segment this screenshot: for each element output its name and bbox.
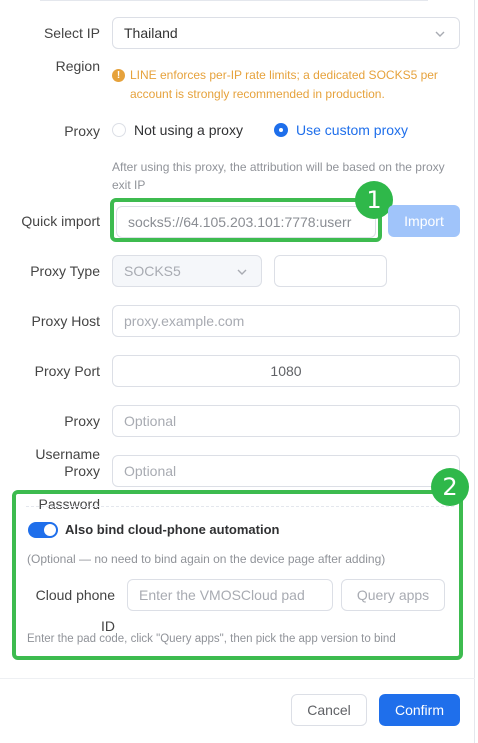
confirm-button[interactable]: Confirm — [379, 694, 460, 726]
proxy-label: Proxy — [64, 123, 100, 139]
proxy-username-label-1: Proxy — [64, 413, 100, 429]
proxy-password-placeholder: Optional — [124, 463, 177, 479]
proxy-host-label: Proxy Host — [31, 313, 100, 329]
chevron-down-icon — [435, 31, 445, 37]
radio-use-custom-proxy[interactable]: Use custom proxy — [274, 122, 408, 138]
annotation-box-1 — [110, 198, 382, 242]
proxy-host-placeholder: proxy.example.com — [124, 313, 245, 329]
radio-circle — [112, 123, 126, 137]
proxy-username-placeholder: Optional — [124, 413, 177, 429]
radio-not-using-proxy[interactable]: Not using a proxy — [112, 122, 243, 138]
proxy-hint: After using this proxy, the attribution … — [112, 160, 445, 192]
radio-circle-checked — [274, 123, 288, 137]
proxy-type-select[interactable]: SOCKS5 — [112, 255, 262, 287]
annotation-box-2 — [12, 490, 463, 660]
select-ip-dropdown[interactable]: Thailand — [112, 17, 460, 49]
select-ip-label: Select IP — [43, 25, 100, 41]
radio-label-custom: Use custom proxy — [296, 122, 409, 138]
footer-divider — [0, 678, 475, 679]
import-button[interactable]: Import — [388, 205, 460, 237]
radio-label-none: Not using a proxy — [134, 122, 243, 138]
proxy-username-input[interactable]: Optional — [112, 405, 460, 437]
proxy-port-value: 1080 — [270, 363, 302, 379]
proxy-port-label: Proxy Port — [34, 363, 100, 379]
rate-limit-warning: ! LINE enforces per-IP rate limits; a de… — [112, 66, 442, 104]
quick-import-label: Quick import — [21, 213, 100, 229]
annotation-badge-2: 2 — [431, 468, 469, 506]
proxy-type-extra-input[interactable] — [274, 255, 387, 287]
warning-icon: ! — [112, 69, 125, 82]
warning-text: LINE enforces per-IP rate limits; a dedi… — [130, 68, 438, 101]
cancel-button[interactable]: Cancel — [291, 694, 367, 726]
proxy-settings-dialog: Select IP Thailand Region ! LINE enforce… — [0, 0, 475, 743]
proxy-port-input[interactable]: 1080 — [112, 355, 460, 387]
top-divider — [40, 0, 428, 1]
region-label: Region — [55, 58, 100, 74]
proxy-username-label-2: Username — [35, 446, 100, 462]
chevron-down-icon — [237, 269, 247, 275]
proxy-type-value: SOCKS5 — [124, 263, 181, 279]
proxy-host-input[interactable]: proxy.example.com — [112, 305, 460, 337]
proxy-type-label: Proxy Type — [30, 263, 100, 279]
select-ip-value: Thailand — [124, 25, 178, 41]
proxy-password-input[interactable]: Optional — [112, 455, 460, 487]
proxy-password-label-1: Proxy — [64, 463, 100, 479]
